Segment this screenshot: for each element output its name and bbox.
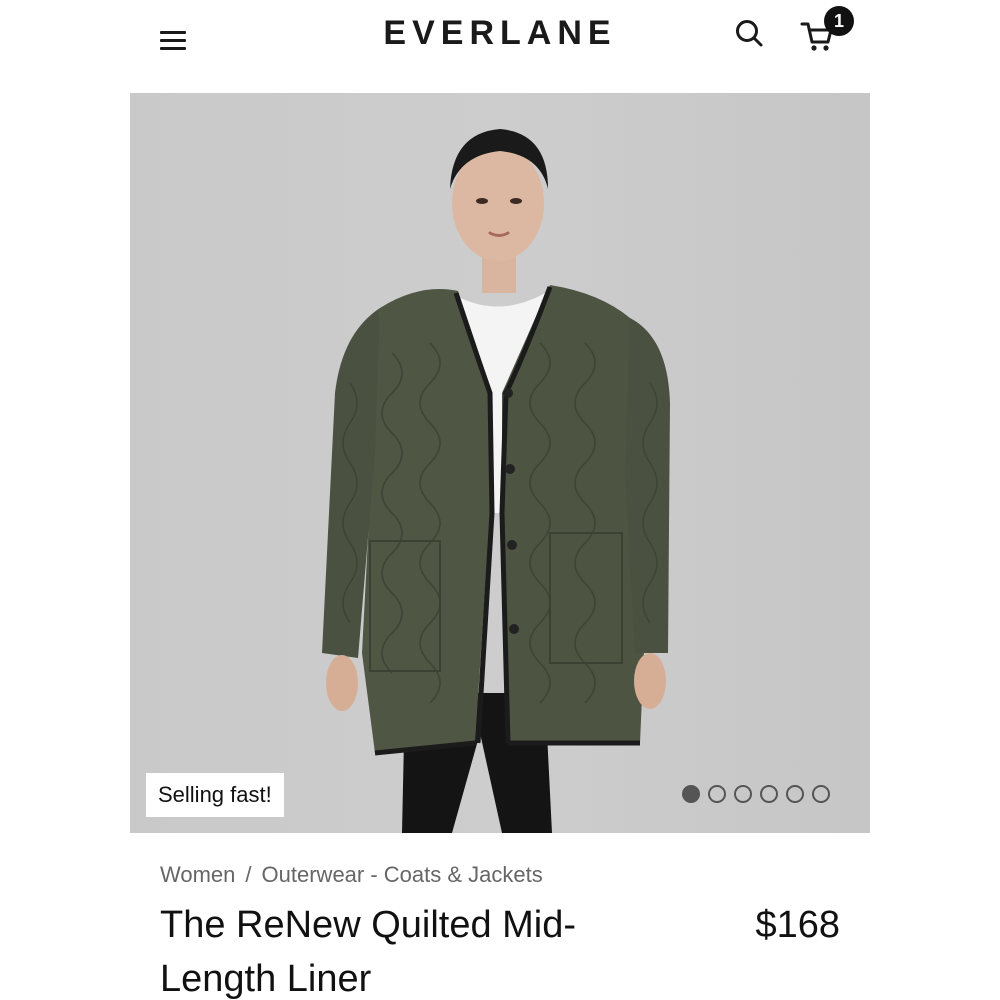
selling-fast-badge: Selling fast! (146, 773, 284, 817)
breadcrumb-link-outerwear[interactable]: Outerwear - Coats & Jackets (262, 862, 543, 888)
carousel-dot[interactable] (734, 785, 752, 803)
carousel-dot[interactable] (760, 785, 778, 803)
breadcrumb-link-women[interactable]: Women (160, 862, 235, 888)
breadcrumb-separator: / (245, 862, 252, 887)
cart-button[interactable]: 1 (798, 6, 858, 52)
carousel-dot[interactable] (708, 785, 726, 803)
carousel-dot[interactable] (682, 785, 700, 803)
product-title: The ReNew Quilted Mid-Length Liner (160, 904, 577, 1000)
breadcrumb: Women / Outerwear - Coats & Jackets (160, 862, 543, 888)
product-image[interactable]: Selling fast! (130, 93, 870, 833)
carousel-dot[interactable] (812, 785, 830, 803)
carousel-indicators (682, 785, 830, 803)
product-page: EVERLANE 1 Selling fast! Women / Outerwe… (0, 0, 1000, 1000)
site-header: EVERLANE 1 (0, 0, 1000, 90)
cart-count-badge: 1 (824, 6, 854, 36)
model-illustration (322, 129, 670, 833)
product-price: $168 (755, 904, 840, 946)
search-icon[interactable] (732, 16, 766, 50)
carousel-dot[interactable] (786, 785, 804, 803)
